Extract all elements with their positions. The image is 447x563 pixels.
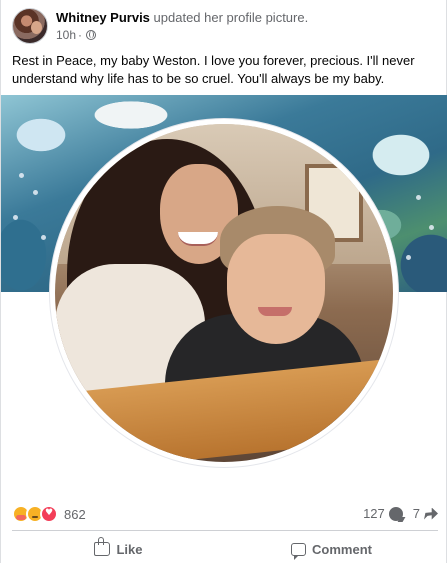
comment-icon [291, 542, 307, 560]
post-stats: 862 127 7 [12, 504, 438, 524]
post-action-text: updated her profile picture. [153, 10, 309, 25]
post-meta: 10h · [56, 28, 97, 42]
author-avatar[interactable] [12, 8, 48, 44]
post-headline: Whitney Purvis updated her profile pictu… [56, 10, 308, 25]
post-actions: Like Comment [12, 535, 438, 563]
feed-post: Whitney Purvis updated her profile pictu… [0, 0, 447, 563]
profile-picture[interactable] [55, 124, 393, 462]
comment-label: Comment [312, 541, 372, 557]
divider [12, 530, 438, 531]
post-header: Whitney Purvis updated her profile pictu… [12, 8, 432, 48]
share-arrow-icon [424, 507, 438, 520]
thumbs-up-icon [94, 537, 111, 556]
post-timestamp[interactable]: 10h [56, 28, 76, 42]
globe-icon [86, 30, 97, 40]
like-button[interactable]: Like [12, 535, 225, 563]
share-count[interactable]: 7 [413, 506, 420, 521]
reaction-count[interactable]: 862 [64, 507, 86, 522]
author-name[interactable]: Whitney Purvis [56, 10, 150, 25]
love-reaction-icon [40, 505, 58, 523]
comment-button[interactable]: Comment [225, 535, 438, 563]
like-label: Like [116, 541, 143, 557]
post-caption: Rest in Peace, my baby Weston. I love yo… [12, 53, 415, 86]
comment-bubble-icon [388, 506, 403, 521]
comment-count[interactable]: 127 [363, 506, 385, 521]
engagement-counts: 127 7 [363, 506, 438, 521]
reaction-icons[interactable] [12, 505, 58, 523]
